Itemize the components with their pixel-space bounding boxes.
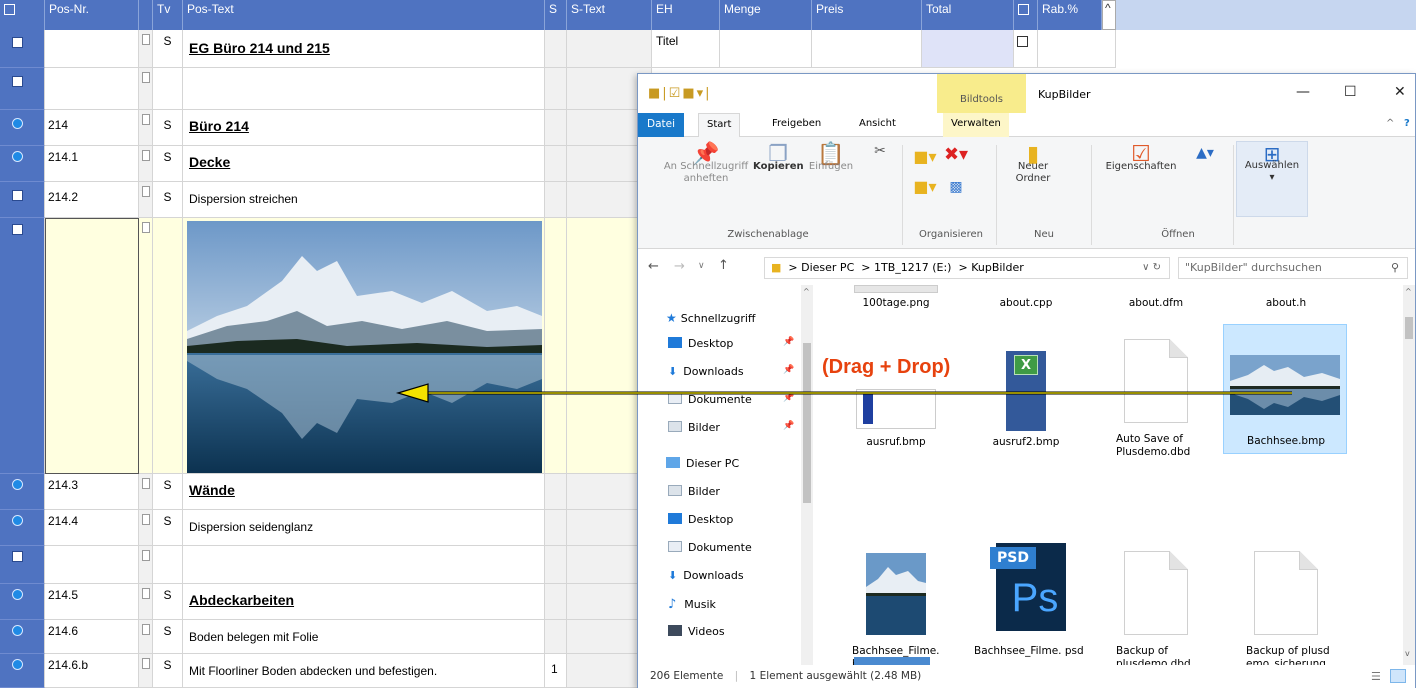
drag-drop-label: (Drag + Drop)	[822, 356, 951, 378]
drag-drop-arrow	[395, 383, 1292, 403]
